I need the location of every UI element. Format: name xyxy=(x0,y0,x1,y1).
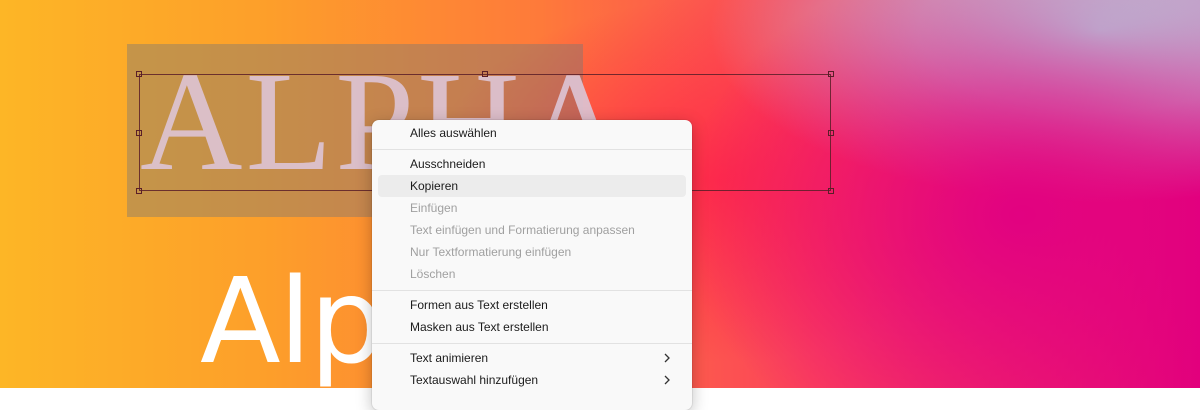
menu-item-label: Text animieren xyxy=(410,351,489,365)
menu-item-paste-and-match-formatting: Text einfügen und Formatierung anpassen xyxy=(410,223,635,237)
menu-item-select-all[interactable]: Alles auswählen xyxy=(378,122,686,144)
menu-item-paste: Einfügen xyxy=(410,201,458,215)
menu-item-label: Textauswahl hinzufügen xyxy=(410,373,539,387)
menu-separator xyxy=(372,149,692,150)
menu-item-cut[interactable]: Ausschneiden xyxy=(378,153,686,175)
menu-item-paste-formatting-only: Nur Textformatierung einfügen xyxy=(410,245,572,259)
transform-handle-middle-right[interactable] xyxy=(828,130,834,136)
menu-item-create-shapes-from-text[interactable]: Formen aus Text erstellen xyxy=(378,294,686,316)
menu-separator xyxy=(372,290,692,291)
transform-handle-bottom-right[interactable] xyxy=(828,188,834,194)
transform-handle-top-center[interactable] xyxy=(482,71,488,77)
transform-handle-top-right[interactable] xyxy=(828,71,834,77)
transform-handle-middle-left[interactable] xyxy=(136,130,142,136)
menu-item-create-masks-from-text[interactable]: Masken aus Text erstellen xyxy=(378,316,686,338)
transform-handle-bottom-left[interactable] xyxy=(136,188,142,194)
context-menu: Alles auswählen Ausschneiden Kopieren Ei… xyxy=(372,120,692,410)
transform-handle-top-left[interactable] xyxy=(136,71,142,77)
menu-item-delete: Löschen xyxy=(410,267,456,281)
chevron-right-icon xyxy=(664,353,670,363)
menu-separator xyxy=(372,343,692,344)
menu-item-copy[interactable]: Kopieren xyxy=(378,175,686,197)
menu-item-animate-text[interactable]: Text animieren xyxy=(378,347,686,369)
